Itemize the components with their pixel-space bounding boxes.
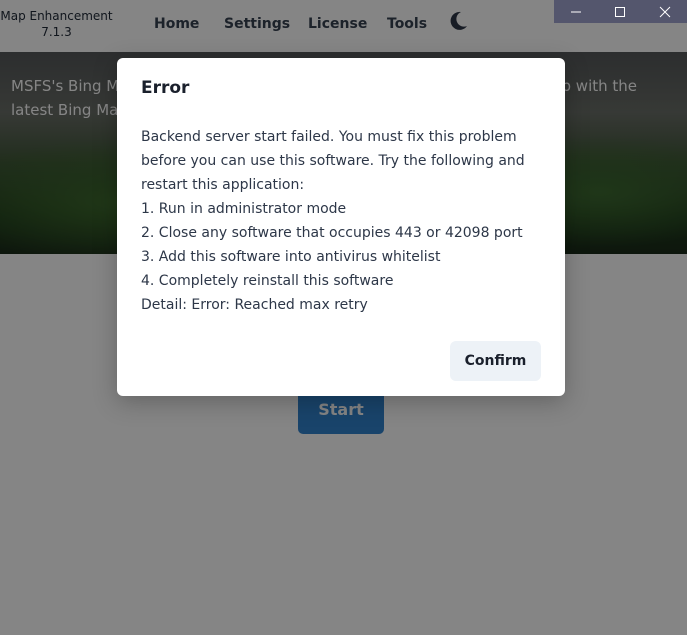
dialog-line: 2. Close any software that occupies 443 … [141,225,523,241]
app-window: Map Enhancement 7.1.3 Home Settings Lice… [0,0,687,635]
minimize-button-overlay[interactable] [554,0,598,23]
dialog-line: 4. Completely reinstall this software [141,273,394,289]
dialog-line: before you can use this software. Try th… [141,153,525,169]
window-controls-dimmed [554,0,687,23]
dialog-line: 1. Run in administrator mode [141,201,347,217]
dialog-line: Backend server start failed. You must fi… [141,129,517,145]
dialog-line: 3. Add this software into antivirus whit… [141,249,441,265]
confirm-button[interactable]: Confirm [450,341,541,381]
close-icon [659,6,671,17]
dialog-detail: Detail: Error: Reached max retry [141,297,368,313]
error-dialog: Error Backend server start failed. You m… [117,58,565,396]
close-button-overlay[interactable] [643,0,687,23]
minimize-icon [571,11,582,12]
dialog-body: Backend server start failed. You must fi… [141,125,546,317]
dialog-title: Error [141,78,190,98]
dialog-line: restart this application: [141,177,305,193]
maximize-button-overlay[interactable] [598,0,642,23]
maximize-icon [615,6,626,17]
